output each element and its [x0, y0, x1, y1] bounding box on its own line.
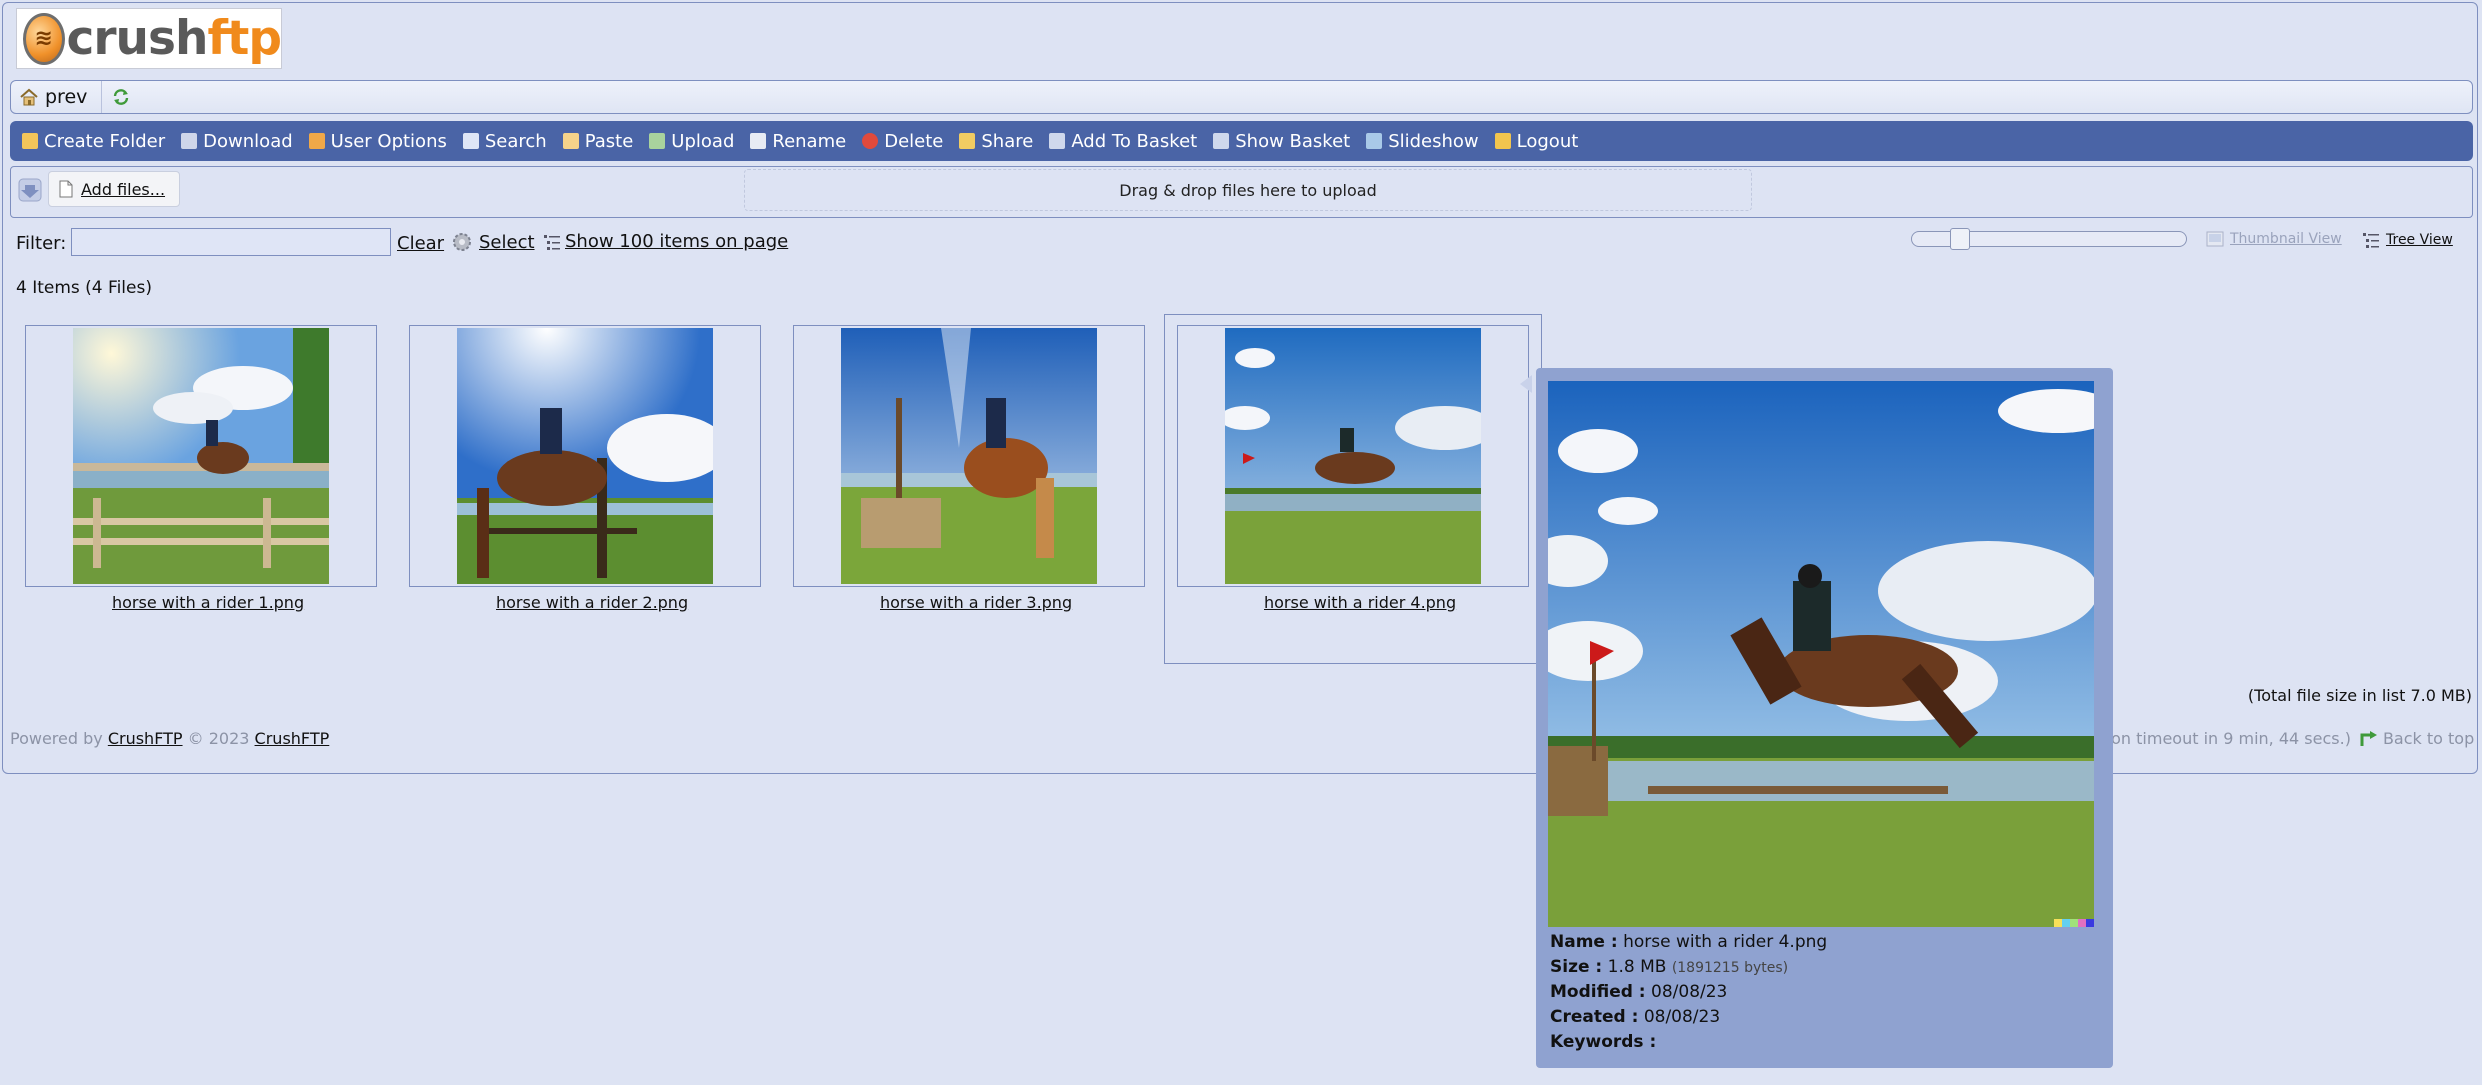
- preview-pointer: [1520, 375, 1532, 393]
- breadcrumb: prev: [10, 80, 2473, 114]
- drop-zone[interactable]: Drag & drop files here to upload: [744, 169, 1752, 211]
- tree-view-label: Tree View: [2386, 232, 2453, 248]
- crushftp-logo[interactable]: ≋ crushftp: [16, 8, 282, 69]
- show-items-button[interactable]: Show 100 items on page: [543, 231, 788, 252]
- thumbnail-image[interactable]: [841, 328, 1097, 584]
- tree-view-button[interactable]: Tree View: [2362, 231, 2453, 249]
- share-icon: [959, 133, 976, 149]
- item-count: 4 Items (4 Files): [16, 278, 152, 298]
- show-basket-button[interactable]: Show Basket: [1213, 131, 1350, 152]
- preview-created-row: Created : 08/08/23: [1550, 1007, 1721, 1027]
- logo-wordmark: crushftp: [66, 11, 282, 66]
- select-label: Select: [479, 231, 535, 253]
- preview-name-row: Name : horse with a rider 4.png: [1550, 932, 1828, 952]
- logo-badge-icon: ≋: [23, 12, 65, 65]
- upload-button[interactable]: Upload: [649, 131, 734, 152]
- select-button[interactable]: Select: [451, 231, 535, 253]
- thumbnail-card[interactable]: [409, 325, 761, 587]
- thumbnail-icon: [2206, 231, 2224, 247]
- folder-add-icon: [22, 133, 38, 149]
- session-timeout: ssion timeout in 9 min, 44 secs.) Back t…: [2090, 729, 2475, 748]
- download-icon: [181, 133, 198, 149]
- add-to-basket-button[interactable]: Add To Basket: [1049, 131, 1197, 152]
- tree-list-icon: [2363, 233, 2379, 248]
- thumbnail-image[interactable]: [1225, 328, 1481, 584]
- rename-button[interactable]: Rename: [750, 131, 846, 152]
- user-options-icon: [308, 133, 325, 149]
- search-icon: [462, 133, 479, 149]
- file-preview-popup: Name : horse with a rider 4.png Size : 1…: [1536, 368, 2113, 1068]
- thumbnail-view-button[interactable]: Thumbnail View: [2206, 231, 2342, 247]
- preview-bytes: (1891215 bytes): [1671, 960, 1789, 976]
- filter-label: Filter:: [16, 233, 67, 254]
- add-basket-icon: [1049, 133, 1066, 149]
- download-button[interactable]: Download: [181, 131, 293, 152]
- breadcrumb-home-label: prev: [45, 86, 88, 108]
- thumbnail-image[interactable]: [73, 328, 329, 584]
- search-button[interactable]: Search: [462, 131, 547, 152]
- preview-modified-row: Modified : 08/08/23: [1550, 982, 1728, 1002]
- add-files-button[interactable]: Add files...: [48, 171, 180, 207]
- thumbnail-image[interactable]: [457, 328, 713, 584]
- slideshow-icon: [1366, 133, 1383, 149]
- toolbar: Create Folder Download User Options Sear…: [10, 121, 2473, 161]
- preview-image: [1548, 381, 2094, 927]
- basket-icon: [1213, 133, 1230, 149]
- file-name-link[interactable]: horse with a rider 2.png: [496, 593, 688, 612]
- preview-size-row: Size : 1.8 MB (1891215 bytes): [1550, 957, 1789, 977]
- file-name-link[interactable]: horse with a rider 4.png: [1264, 593, 1456, 612]
- back-to-top-link[interactable]: Back to top: [2383, 729, 2474, 748]
- logout-button[interactable]: Logout: [1494, 131, 1578, 152]
- breadcrumb-home[interactable]: prev: [11, 81, 103, 113]
- preview-size: 1.8 MB: [1607, 957, 1667, 977]
- upload-icon: [649, 133, 666, 149]
- delete-icon: [862, 133, 879, 149]
- preview-name: horse with a rider 4.png: [1623, 932, 1828, 952]
- preview-keywords-row: Keywords :: [1550, 1032, 1657, 1052]
- lock-icon: [1494, 133, 1511, 149]
- total-file-size: (Total file size in list 7.0 MB): [2247, 686, 2472, 705]
- home-icon: [20, 88, 38, 106]
- file-name-link[interactable]: horse with a rider 3.png: [880, 593, 1072, 612]
- show-items-label: Show 100 items on page: [565, 231, 789, 252]
- preview-modified: 08/08/23: [1651, 982, 1728, 1002]
- refresh-icon[interactable]: [112, 88, 130, 106]
- paste-button[interactable]: Paste: [562, 131, 633, 152]
- crushftp-link-2[interactable]: CrushFTP: [255, 729, 330, 748]
- create-folder-button[interactable]: Create Folder: [22, 131, 165, 152]
- powered-by: Powered by CrushFTP © 2023 CrushFTP: [10, 729, 330, 748]
- thumbnail-card[interactable]: [25, 325, 377, 587]
- list-icon: [544, 234, 560, 250]
- back-to-top-icon[interactable]: [2359, 730, 2379, 748]
- filter-input[interactable]: [71, 228, 391, 256]
- gear-icon: [453, 233, 471, 251]
- delete-button[interactable]: Delete: [862, 131, 943, 152]
- slider-handle[interactable]: [1950, 228, 1970, 250]
- user-options-button[interactable]: User Options: [308, 131, 447, 152]
- rename-icon: [750, 133, 767, 149]
- thumbnail-size-slider[interactable]: [1911, 228, 2187, 250]
- arrow-down-icon[interactable]: [17, 177, 43, 203]
- slideshow-button[interactable]: Slideshow: [1366, 131, 1479, 152]
- thumbnail-card[interactable]: [1177, 325, 1529, 587]
- clear-link[interactable]: Clear: [397, 233, 444, 254]
- preview-created: 08/08/23: [1643, 1007, 1721, 1027]
- crushftp-link[interactable]: CrushFTP: [108, 729, 183, 748]
- upload-bar: Add files... Drag & drop files here to u…: [10, 166, 2473, 218]
- thumbnail-view-label: Thumbnail View: [2230, 231, 2342, 247]
- file-icon: [59, 180, 73, 198]
- paste-icon: [562, 133, 579, 149]
- file-name-link[interactable]: horse with a rider 1.png: [112, 593, 304, 612]
- share-button[interactable]: Share: [959, 131, 1033, 152]
- thumbnail-card[interactable]: [793, 325, 1145, 587]
